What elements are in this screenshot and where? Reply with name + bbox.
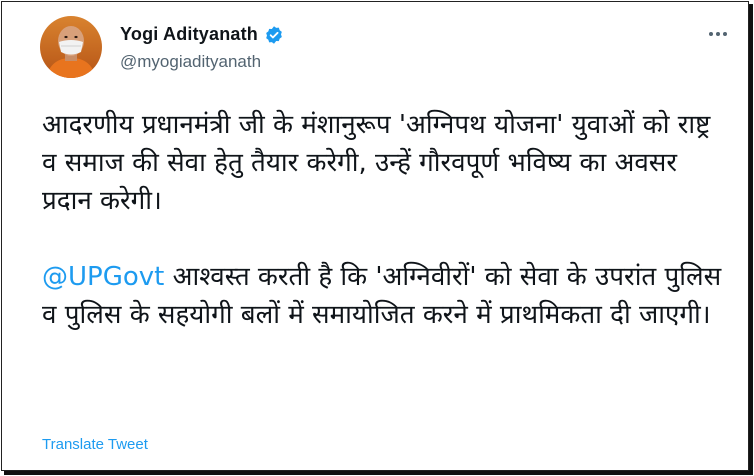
tweet-paragraph-1: आदरणीय प्रधानमंत्री जी के मंशानुरूप 'अग्… [42,110,711,216]
tweet-paragraph-2: @UPGovt आश्वस्त करती है कि 'अग्निवीरों' … [42,258,722,334]
author-display-name[interactable]: Yogi Adityanath [120,24,258,45]
author-name-row[interactable]: Yogi Adityanath [120,24,284,45]
translate-tweet-link[interactable]: Translate Tweet [42,436,148,453]
tweet-text: आदरणीय प्रधानमंत्री जी के मंशानुरूप 'अग्… [42,106,722,334]
more-options-icon[interactable] [705,24,731,44]
avatar[interactable] [40,16,102,78]
author-handle[interactable]: @myogiadityanath [120,52,284,72]
tweet-card: Yogi Adityanath @myogiadityanath आदरणीय … [1,1,749,471]
mention-link[interactable]: @UPGovt [42,262,164,292]
author-info: Yogi Adityanath @myogiadityanath [120,24,284,72]
verified-badge-icon [264,25,284,45]
